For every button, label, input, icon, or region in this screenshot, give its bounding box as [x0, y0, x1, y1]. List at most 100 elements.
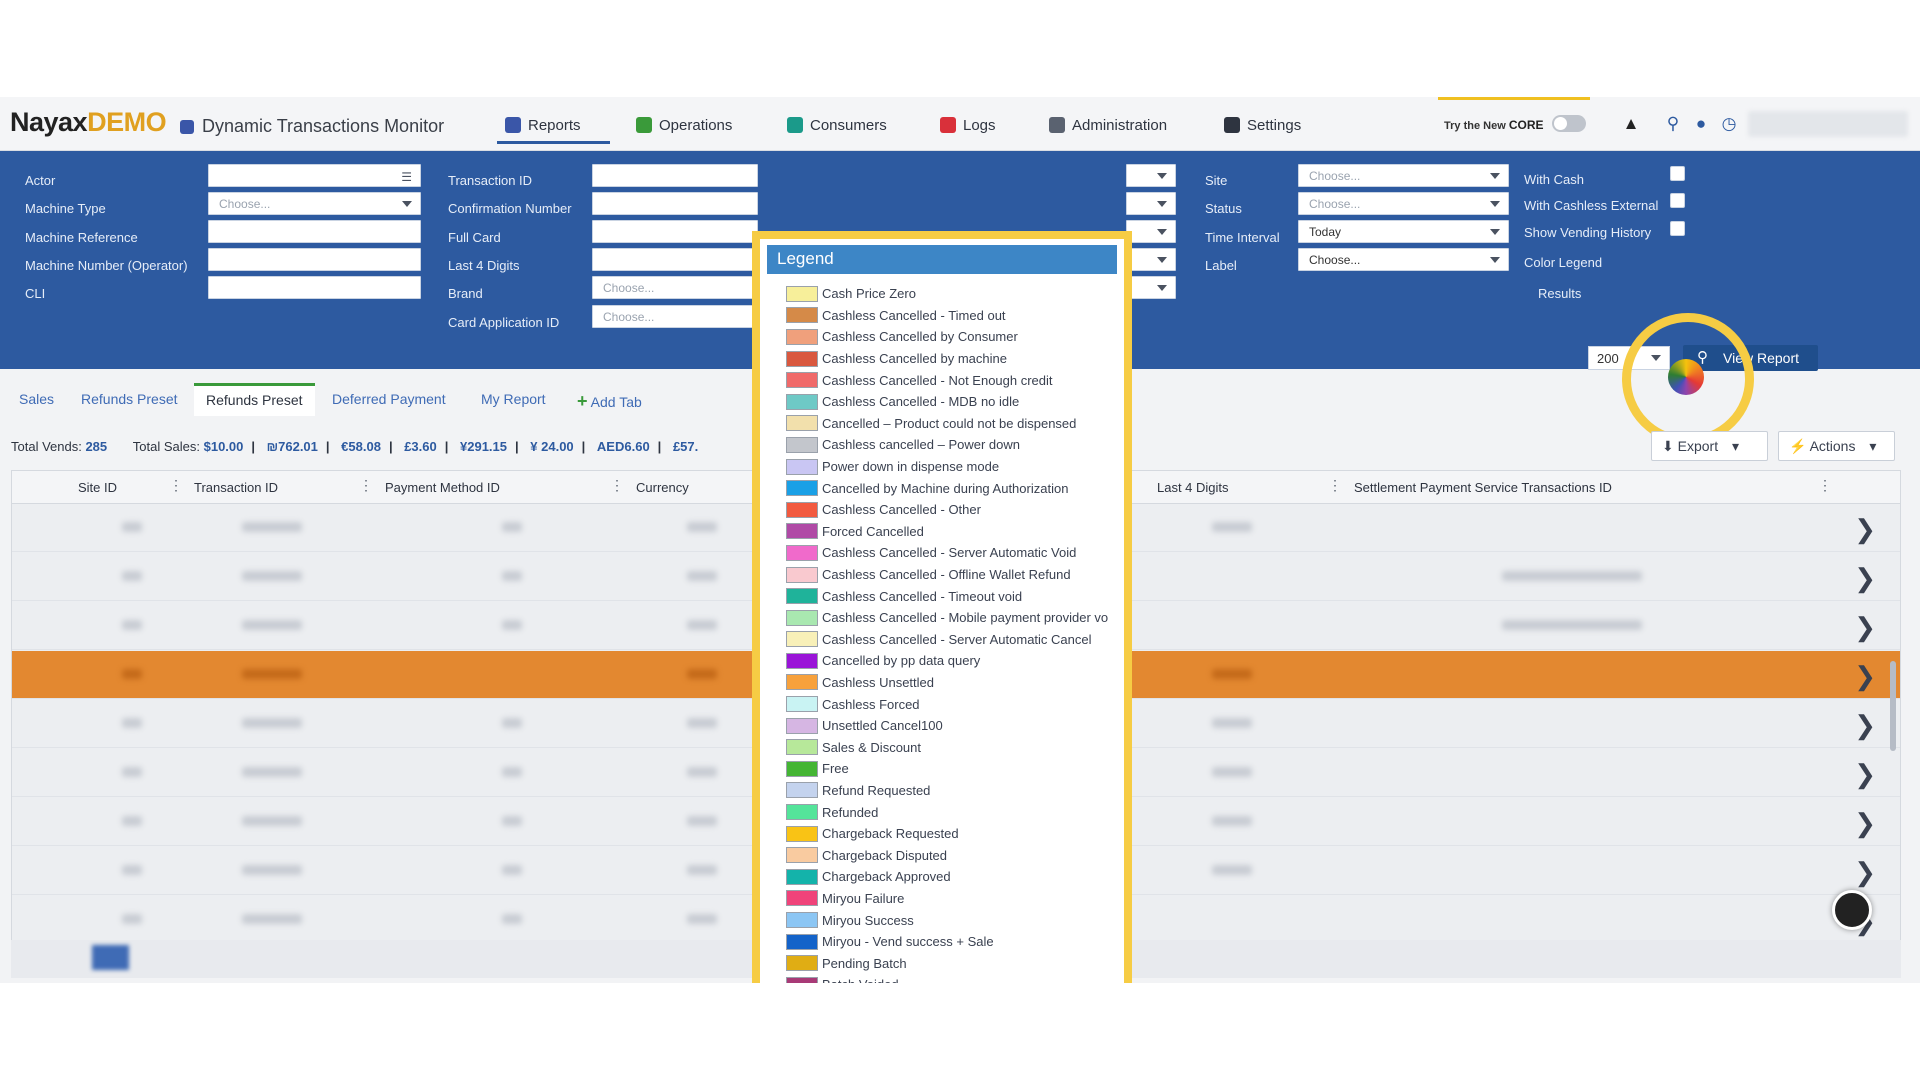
hidden-select-1[interactable]	[1126, 164, 1176, 187]
hidden-select-4[interactable]	[1126, 248, 1176, 271]
nayax-logo[interactable]: NayaxDEMO	[10, 107, 167, 138]
search-icon[interactable]: ⚲	[1664, 115, 1682, 133]
legend-swatch	[786, 868, 818, 885]
nav-reports[interactable]: Reports	[505, 113, 581, 137]
blurred-cell	[687, 816, 717, 826]
col-last-4-digits[interactable]: Last 4 Digits	[1157, 480, 1229, 495]
cli-input[interactable]	[208, 276, 421, 299]
legend-swatch	[786, 696, 818, 713]
blurred-cell	[687, 669, 717, 679]
actions-button[interactable]: ⚡ Actions ▾	[1778, 431, 1895, 461]
chevron-right-icon[interactable]: ❯	[1854, 710, 1876, 741]
with-cashless-external-checkbox[interactable]	[1670, 193, 1685, 208]
column-menu-icon[interactable]: ⋮	[610, 477, 624, 494]
last-4-digits-input[interactable]	[592, 248, 758, 271]
status-select[interactable]: Choose...	[1298, 192, 1509, 215]
site-select[interactable]: Choose...	[1298, 164, 1509, 187]
list-icon[interactable]: ☰	[401, 171, 412, 183]
with-cash-checkbox[interactable]	[1670, 166, 1685, 181]
nav-administration[interactable]: Administration	[1049, 113, 1167, 137]
legend-item: Chargeback Disputed	[786, 844, 1126, 866]
legend-item: Free	[786, 758, 1126, 780]
globe-icon[interactable]: ●	[1692, 115, 1710, 133]
col-transaction-id[interactable]: Transaction ID	[194, 480, 278, 495]
blurred-cell	[122, 865, 142, 875]
col-payment-method-id[interactable]: Payment Method ID	[385, 480, 500, 495]
tab-sales[interactable]: Sales	[19, 391, 54, 407]
chevron-right-icon[interactable]: ❯	[1854, 661, 1876, 692]
column-menu-icon[interactable]: ⋮	[169, 477, 183, 494]
brand-select[interactable]: Choose...	[592, 276, 758, 299]
clock-icon[interactable]: ◷	[1720, 115, 1738, 133]
confirmation-number-input[interactable]	[592, 192, 758, 215]
show-vending-history-checkbox[interactable]	[1670, 221, 1685, 236]
chevron-down-icon	[1157, 229, 1167, 235]
total-ils: ₪762.01	[266, 439, 318, 454]
tab-my-report[interactable]: My Report	[481, 391, 546, 407]
logs-icon	[940, 117, 956, 133]
chevron-right-icon[interactable]: ❯	[1854, 563, 1876, 594]
add-tab-button[interactable]: + Add Tab	[577, 391, 642, 412]
nav-logs[interactable]: Logs	[940, 113, 996, 137]
label-select[interactable]: Choose...	[1298, 248, 1509, 271]
legend-item: Cashless cancelled – Power down	[786, 434, 1126, 456]
machine-reference-input[interactable]	[208, 220, 421, 243]
chevron-right-icon[interactable]: ❯	[1854, 857, 1876, 888]
total-aed: AED6.60	[596, 439, 650, 454]
col-site-id[interactable]: Site ID	[78, 480, 117, 495]
hidden-select-3[interactable]	[1126, 220, 1176, 243]
logo-main: Nayax	[10, 107, 88, 137]
tab-refunds-preset-2[interactable]: Refunds Preset	[194, 383, 315, 416]
tab-refunds-preset-1[interactable]: Refunds Preset	[81, 391, 178, 407]
column-menu-icon[interactable]: ⋮	[1328, 477, 1342, 494]
col-currency[interactable]: Currency	[636, 480, 689, 495]
nav-consumers[interactable]: Consumers	[787, 113, 887, 137]
label-brand: Brand	[448, 286, 483, 301]
plus-icon: +	[577, 391, 588, 411]
col-settlement-transactions-id[interactable]: Settlement Payment Service Transactions …	[1354, 480, 1612, 495]
time-interval-select[interactable]: Today	[1298, 220, 1509, 243]
help-chat-bubble[interactable]	[1832, 890, 1872, 930]
hidden-select-5[interactable]	[1126, 276, 1176, 299]
nav-settings[interactable]: Settings	[1224, 113, 1301, 137]
blurred-cell	[687, 767, 717, 777]
blurred-cell	[122, 571, 142, 581]
column-menu-icon[interactable]: ⋮	[359, 477, 373, 494]
machine-number-input[interactable]	[208, 248, 421, 271]
graduation-cap-icon[interactable]: ▲	[1622, 115, 1640, 133]
blurred-cell	[1212, 865, 1252, 875]
add-tab-label: Add Tab	[590, 394, 642, 410]
core-toggle[interactable]	[1552, 115, 1586, 132]
hidden-select-2[interactable]	[1126, 192, 1176, 215]
machine-type-select[interactable]: Choose...	[208, 192, 421, 215]
total-cny: ¥ 24.00	[530, 439, 574, 454]
chevron-right-icon[interactable]: ❯	[1854, 612, 1876, 643]
chevron-right-icon[interactable]: ❯	[1854, 808, 1876, 839]
blurred-cell	[1212, 816, 1252, 826]
chevron-right-icon[interactable]: ❯	[1854, 514, 1876, 545]
legend-label: Cash Price Zero	[822, 286, 916, 302]
legend-label: Cancelled by Machine during Authorizatio…	[822, 480, 1069, 496]
actor-input[interactable]: ☰	[208, 164, 421, 187]
tab-deferred-payment[interactable]: Deferred Payment	[332, 391, 446, 407]
blurred-cell	[242, 522, 302, 532]
blurred-cell	[502, 767, 522, 777]
legend-swatch	[786, 523, 818, 540]
legend-swatch	[786, 480, 818, 497]
legend-item: Chargeback Approved	[786, 866, 1126, 888]
pagination-active-page[interactable]	[92, 945, 129, 970]
full-card-input[interactable]	[592, 220, 758, 243]
card-application-id-select[interactable]: Choose...	[592, 305, 758, 328]
legend-swatch	[786, 588, 818, 605]
label-actor: Actor	[25, 173, 56, 188]
nav-operations[interactable]: Operations	[636, 113, 732, 137]
transaction-id-input[interactable]	[592, 164, 758, 187]
nav-logs-label: Logs	[963, 116, 996, 134]
legend-item: Miryou - Vend success + Sale	[786, 931, 1126, 953]
nav-operations-label: Operations	[659, 116, 733, 134]
chevron-right-icon[interactable]: ❯	[1854, 759, 1876, 790]
user-menu-blurred[interactable]	[1748, 111, 1908, 137]
grid-scrollbar[interactable]	[1890, 661, 1896, 751]
export-button[interactable]: ⬇ Export ▾	[1651, 431, 1768, 461]
column-menu-icon[interactable]: ⋮	[1818, 477, 1832, 494]
